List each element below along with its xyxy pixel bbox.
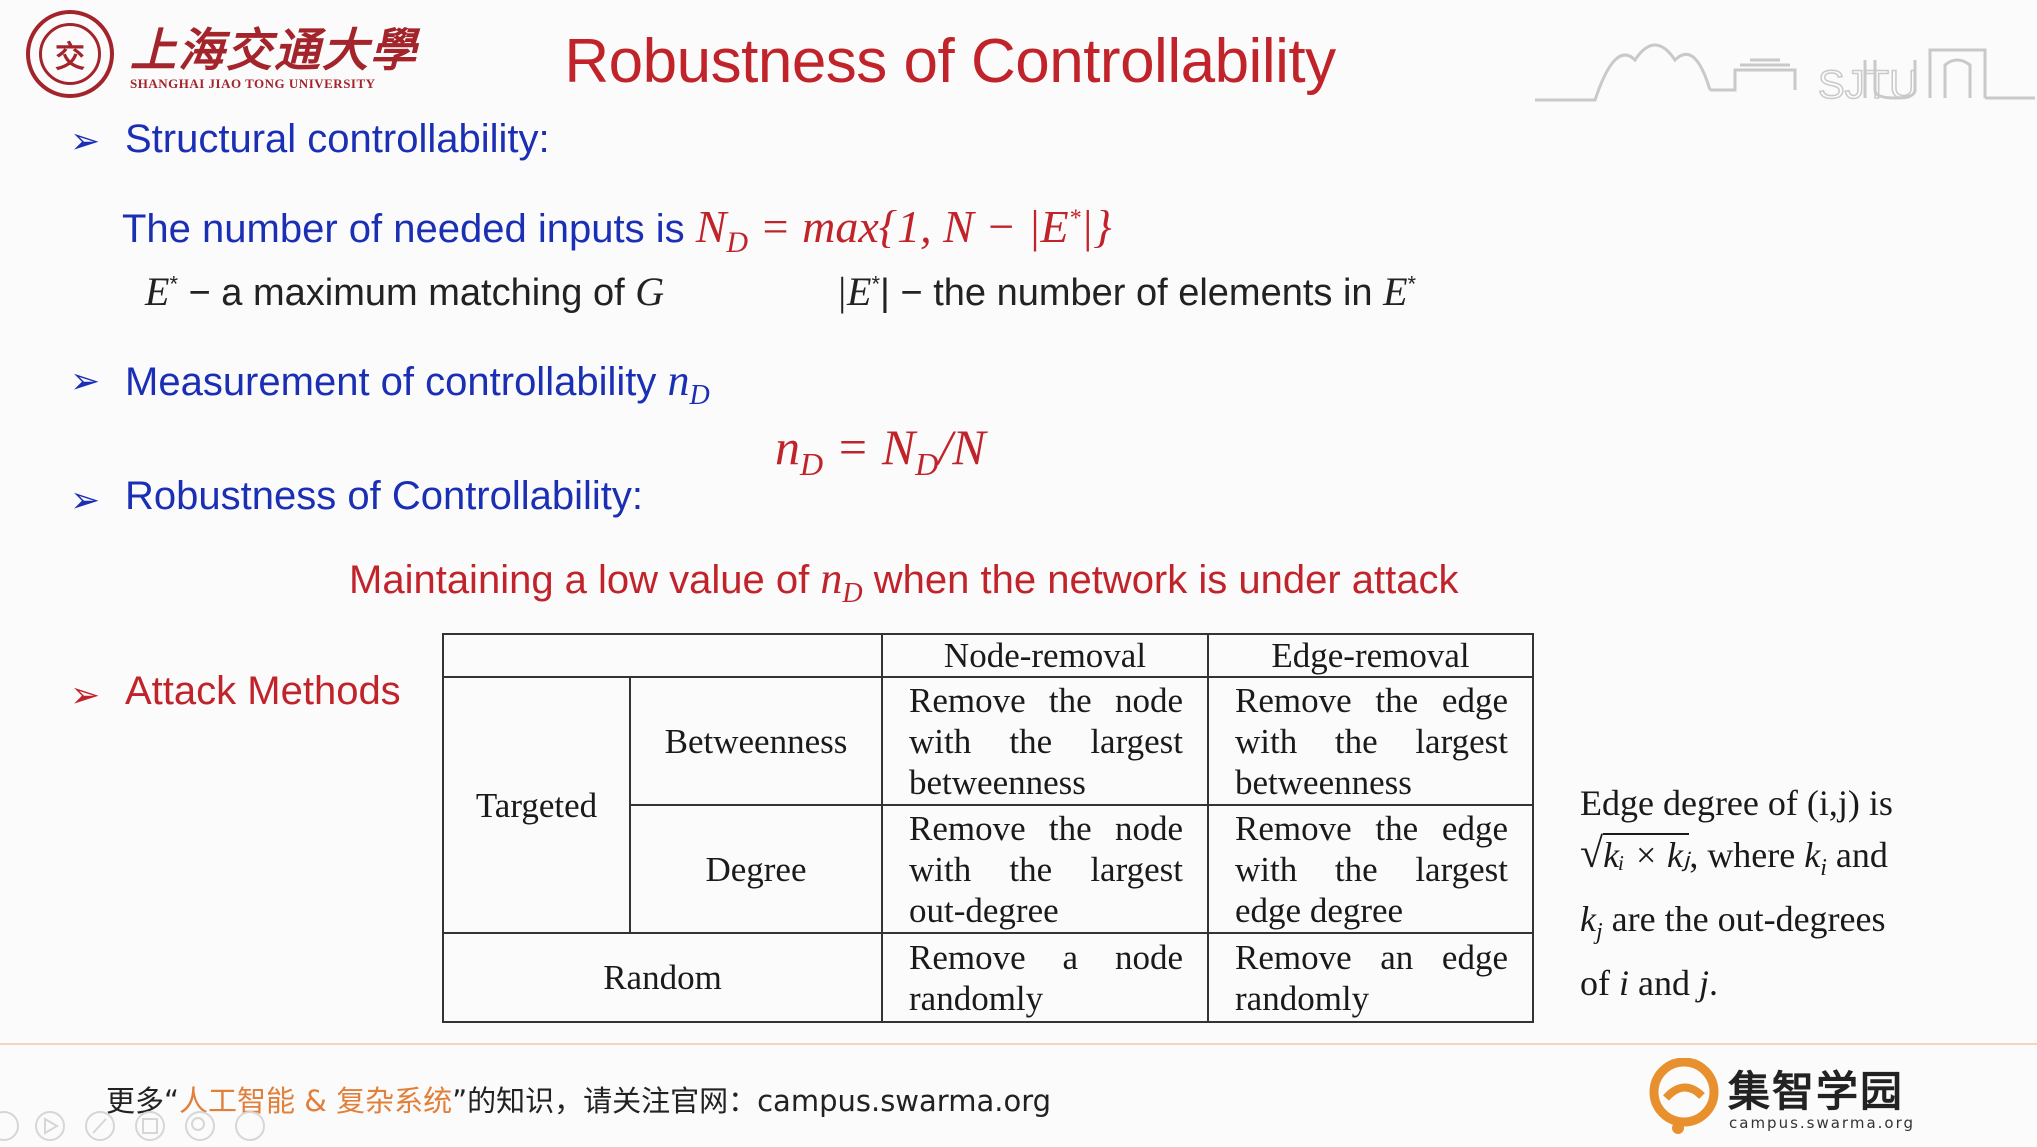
row-header-degree: Degree <box>629 804 883 934</box>
structural-heading: Structural controllability: <box>125 117 550 161</box>
player-controls <box>0 1111 265 1141</box>
table-row: Random Remove a node randomly Remove an … <box>442 932 1534 1023</box>
measurement-heading: Measurement of controllability nD <box>125 356 710 411</box>
pages-control-icon[interactable] <box>135 1111 165 1141</box>
cell-degree-node: Remove the node with the largest out-deg… <box>881 804 1209 934</box>
sjtu-art-text: SJTU <box>1818 63 1918 107</box>
more-control-icon[interactable] <box>235 1111 265 1141</box>
cell-random-node: Remove a node randomly <box>881 932 1209 1023</box>
bullet-arrow-icon: ➢ <box>70 480 101 521</box>
note-line-4: of i and j. <box>1580 963 1719 1004</box>
bullet-arrow-icon: ➢ <box>70 361 101 402</box>
note-line-1: Edge degree of (i,j) is <box>1580 783 1893 823</box>
formula-nd: ND = max{1, N − |E*|} <box>695 201 1112 260</box>
row-header-targeted: Targeted <box>442 676 631 934</box>
brand-url: campus.swarma.org <box>1729 1114 1916 1132</box>
nd-formula: nD = ND/N <box>775 419 986 482</box>
robustness-heading: Robustness of Controllability: <box>125 474 644 518</box>
cell-degree-edge: Remove the edge with the largest edge de… <box>1207 804 1534 934</box>
cell-betweenness-node: Remove the node with the largest between… <box>881 676 1209 806</box>
sqrt-icon: √ <box>1580 831 1604 877</box>
cell-betweenness-edge: Remove the edge with the largest between… <box>1207 676 1534 806</box>
footer-divider <box>0 1043 2037 1045</box>
attack-methods-heading: Attack Methods <box>125 669 401 713</box>
table-header-row: Node-removal Edge-removal <box>442 633 1534 678</box>
edge-degree-note: Edge degree of (i,j) is √kᵢ × kⱼ, where … <box>1580 778 2000 1009</box>
play-control-icon[interactable] <box>35 1111 65 1141</box>
swarma-logo-icon <box>1649 1058 1719 1134</box>
attack-methods-table: Node-removal Edge-removal Targeted Betwe… <box>442 633 1534 1023</box>
prev-control-icon[interactable] <box>0 1111 19 1141</box>
table-row: Targeted Betweenness Remove the node wit… <box>442 676 1534 934</box>
bullet-arrow-icon: ➢ <box>70 675 101 716</box>
note-line-2: √kᵢ × kⱼ, where ki and <box>1580 831 1888 882</box>
col-header-node-removal: Node-removal <box>881 633 1209 678</box>
brand-name-cn: 集智学园 <box>1728 1067 1905 1116</box>
needed-inputs-line: The number of needed inputs is ND = max{… <box>122 200 1112 260</box>
col-header-edge-removal: Edge-removal <box>1207 633 1534 678</box>
table-corner-cell <box>442 633 883 678</box>
cardinality-definition: |E*| − the number of elements in E* <box>836 269 1417 314</box>
sjtu-campus-line-art: SJTU <box>1535 43 2035 108</box>
row-header-random: Random <box>442 932 883 1023</box>
matching-definition: E* − a maximum matching of G <box>145 269 665 314</box>
zoom-control-icon[interactable] <box>185 1111 215 1141</box>
robustness-statement: Maintaining a low value of nD when the n… <box>349 554 1459 609</box>
cell-random-edge: Remove an edge randomly <box>1207 932 1534 1023</box>
note-line-3: kj are the out-degrees <box>1580 899 1886 946</box>
needed-inputs-text: The number of needed inputs is <box>122 207 696 251</box>
row-header-betweenness: Betweenness <box>629 676 883 806</box>
bullet-arrow-icon: ➢ <box>70 121 101 162</box>
